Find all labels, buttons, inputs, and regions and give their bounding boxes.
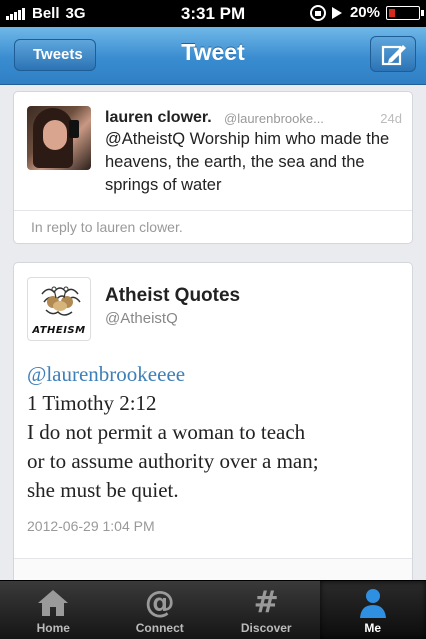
main-tweet: ATHEISM Atheist Quotes @AtheistQ @lauren… (13, 262, 413, 592)
avatar[interactable] (27, 106, 91, 170)
avatar[interactable]: ATHEISM (27, 277, 91, 341)
tweet-timestamp: 2012-06-29 1:04 PM (27, 518, 155, 534)
at-icon: @ (144, 585, 175, 620)
author-name: lauren clower. (105, 109, 212, 126)
compose-icon (381, 45, 406, 66)
hash-icon: # (253, 585, 279, 620)
tab-home[interactable]: Home (0, 581, 107, 639)
tab-discover[interactable]: # Discover (213, 581, 320, 639)
avatar-caption: ATHEISM (32, 325, 86, 336)
divider (14, 210, 412, 211)
tab-connect[interactable]: @ Connect (107, 581, 214, 639)
person-icon (359, 589, 386, 618)
home-icon (38, 590, 69, 616)
tweet-text: @laurenbrookeeee 1 Timothy 2:12 I do not… (27, 360, 407, 505)
tab-label: Home (36, 621, 70, 635)
tweet-line: she must be quiet. (27, 478, 179, 502)
in-reply-to-tweet[interactable]: lauren clower. @laurenbrooke... 24d @Ath… (13, 91, 413, 244)
tab-me[interactable]: Me (319, 581, 426, 639)
tab-label: Connect (135, 621, 184, 635)
rotation-lock-icon (309, 4, 326, 21)
author-handle: @laurenbrooke... (224, 111, 324, 126)
compose-button[interactable] (370, 36, 416, 72)
navigation-bar: Tweets Tweet (0, 27, 426, 85)
battery-percent: 20% (349, 4, 380, 21)
tab-label: Discover (240, 621, 292, 635)
tweet-line: 1 Timothy 2:12 (27, 391, 157, 415)
reply-note[interactable]: In reply to lauren clower. (31, 219, 183, 235)
play-icon (331, 6, 342, 19)
tweet-line: or to assume authority over a man; (27, 449, 319, 473)
status-bar: Bell 3G 3:31 PM 20% (0, 0, 426, 27)
tab-bar: Home @ Connect # Discover Me (0, 580, 426, 639)
author-handle: @AtheistQ (105, 310, 178, 327)
page-title: Tweet (181, 39, 245, 65)
battery-icon (386, 5, 424, 20)
mention-link[interactable]: @laurenbrookeeee (27, 360, 407, 389)
status-icons: 20% (309, 4, 424, 21)
tweet-age: 24d (380, 111, 402, 126)
tab-label: Me (364, 621, 382, 635)
author-name: Atheist Quotes (105, 285, 241, 306)
tweet-line: I do not permit a woman to teach (27, 420, 306, 444)
flying-spaghetti-monster-icon (41, 286, 81, 316)
tweet-text: @AtheistQ Worship him who made the heave… (105, 130, 390, 194)
